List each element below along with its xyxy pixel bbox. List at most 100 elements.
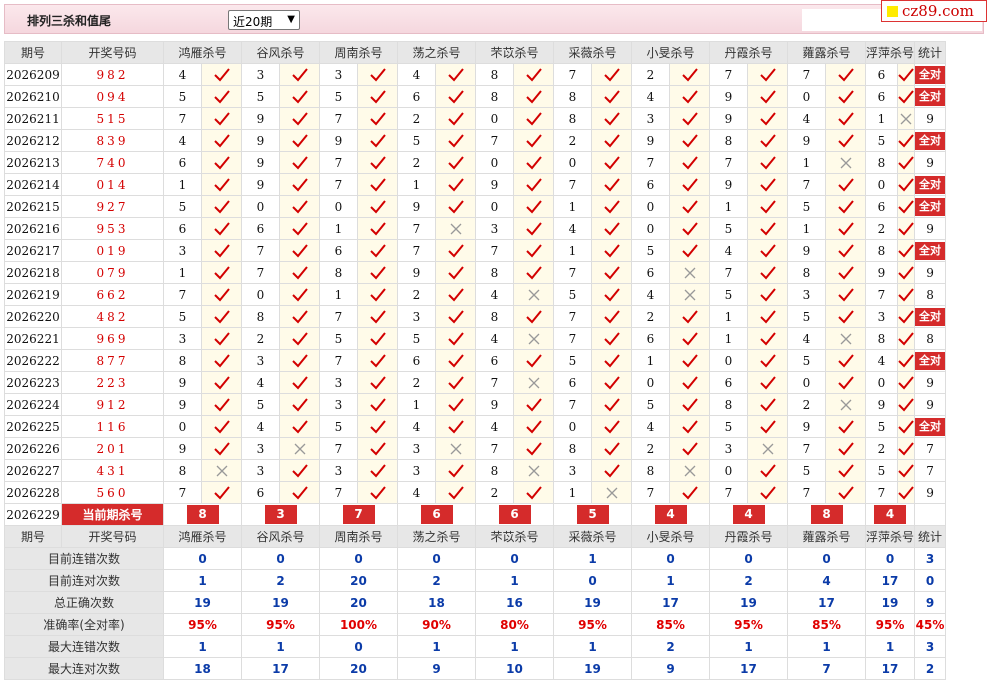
kill-number-cell: 0 [241, 283, 280, 306]
col-header-expert[interactable]: 浮萍杀号 [864, 41, 916, 64]
kill-number-cell: 9 [163, 371, 202, 394]
result-cell [825, 349, 866, 372]
kill-number-cell: 5 [787, 459, 826, 482]
check-icon [671, 419, 709, 434]
result-cell [747, 239, 788, 262]
col-header-expert[interactable]: 浮萍杀号 [864, 525, 916, 548]
kill-number-cell: 9 [787, 129, 826, 152]
kill-number-cell: 4 [241, 415, 280, 438]
col-header-expert[interactable]: 采薇杀号 [553, 525, 632, 548]
col-header-expert[interactable]: 鸿雁杀号 [163, 525, 242, 548]
check-icon [671, 397, 709, 412]
col-header-expert[interactable]: 谷风杀号 [241, 41, 320, 64]
result-cell [357, 129, 398, 152]
result-cell [747, 129, 788, 152]
col-header-expert[interactable]: 芣苡杀号 [475, 41, 554, 64]
period-cell: 2026216 [4, 217, 62, 240]
result-cell [435, 195, 476, 218]
current-kill-cell: 3 [241, 503, 320, 526]
result-cell [357, 151, 398, 174]
check-icon [898, 309, 914, 324]
result-cell [513, 459, 554, 482]
result-cell [825, 239, 866, 262]
summary-label: 最大连对次数 [4, 657, 164, 680]
kill-number-cell: 5 [865, 129, 898, 152]
col-header-expert[interactable]: 蕹露杀号 [787, 525, 866, 548]
col-header-expert[interactable]: 采薇杀号 [553, 41, 632, 64]
summary-value: 1 [397, 635, 476, 658]
col-header-expert[interactable]: 丹霞杀号 [709, 525, 788, 548]
result-cell [513, 151, 554, 174]
result-cell [513, 415, 554, 438]
kill-number-cell: 7 [865, 481, 898, 504]
result-cell [279, 327, 320, 350]
result-cell [591, 63, 632, 86]
col-header-expert[interactable]: 周南杀号 [319, 525, 398, 548]
table-row: 2026226 201 9 3 7 3 7 8 2 3 7 2 7 [4, 437, 947, 460]
kill-number-cell: 0 [631, 217, 670, 240]
col-header-expert[interactable]: 小旻杀号 [631, 41, 710, 64]
kill-number-cell: 0 [787, 371, 826, 394]
col-header-expert[interactable]: 谷风杀号 [241, 525, 320, 548]
result-cell [896, 217, 916, 240]
kill-number-cell: 8 [475, 63, 514, 86]
table-row: 2026211 515 7 9 7 2 0 8 3 9 4 1 9 [4, 107, 947, 130]
col-header-expert[interactable]: 小旻杀号 [631, 525, 710, 548]
check-icon [359, 331, 397, 346]
check-icon [359, 287, 397, 302]
check-icon [827, 441, 865, 456]
site-logo[interactable]: cz89.com [881, 0, 987, 22]
result-cell [435, 305, 476, 328]
result-cell [357, 239, 398, 262]
kill-number-cell: 9 [865, 261, 898, 284]
col-header-expert[interactable]: 荡之杀号 [397, 41, 476, 64]
kill-number-cell: 3 [241, 437, 280, 460]
result-cell [747, 415, 788, 438]
check-icon [749, 221, 787, 236]
col-header-expert[interactable]: 荡之杀号 [397, 525, 476, 548]
col-header-expert[interactable]: 鸿雁杀号 [163, 41, 242, 64]
result-cell [669, 261, 710, 284]
kill-number-cell: 7 [787, 481, 826, 504]
kill-number-cell: 3 [241, 459, 280, 482]
table-header: 期号 开奖号码 鸿雁杀号 谷风杀号 周南杀号 荡之杀号 芣苡杀号 采薇杀号 小旻杀号 丹霞杀号 蕹露… [4, 41, 947, 64]
kill-number-cell: 4 [163, 63, 202, 86]
check-icon [749, 353, 787, 368]
summary-value: 0 [163, 547, 242, 570]
kill-number-cell: 0 [163, 415, 202, 438]
check-icon [593, 463, 631, 478]
result-cell [825, 371, 866, 394]
summary-value: 17 [787, 591, 866, 614]
kill-number-cell: 9 [787, 415, 826, 438]
col-header-expert[interactable]: 芣苡杀号 [475, 525, 554, 548]
all-correct-badge: 全对 [915, 65, 945, 84]
check-icon [593, 111, 631, 126]
kill-number-cell: 8 [475, 305, 514, 328]
check-icon [281, 221, 319, 236]
check-icon [827, 111, 865, 126]
kill-number-cell: 3 [475, 217, 514, 240]
check-icon [359, 441, 397, 456]
kill-number-cell: 5 [553, 349, 592, 372]
draw-number-cell: 223 [61, 371, 164, 394]
summary-row: 最大连错次数 1 1 0 1 1 1 2 1 1 1 3 [4, 635, 947, 658]
check-icon [359, 375, 397, 390]
result-cell [669, 107, 710, 130]
col-header-expert[interactable]: 丹霞杀号 [709, 41, 788, 64]
result-cell [435, 129, 476, 152]
kill-number-cell: 6 [865, 63, 898, 86]
kill-number-cell: 1 [397, 393, 436, 416]
summary-value: 100% [319, 613, 398, 636]
result-cell [591, 129, 632, 152]
table-row: 2026218 079 1 7 8 9 8 7 6 7 8 9 9 [4, 261, 947, 284]
check-icon [203, 287, 241, 302]
kill-number-cell: 3 [241, 349, 280, 372]
table-row: 2026217 019 3 7 6 7 7 1 5 4 9 8 全对 [4, 239, 947, 262]
kill-number-cell: 4 [631, 85, 670, 108]
period-select[interactable]: 近20期 ▼ [228, 10, 300, 30]
col-header-expert[interactable]: 周南杀号 [319, 41, 398, 64]
result-cell [747, 107, 788, 130]
result-cell [513, 283, 554, 306]
col-header-expert[interactable]: 蕹露杀号 [787, 41, 866, 64]
check-icon [593, 353, 631, 368]
